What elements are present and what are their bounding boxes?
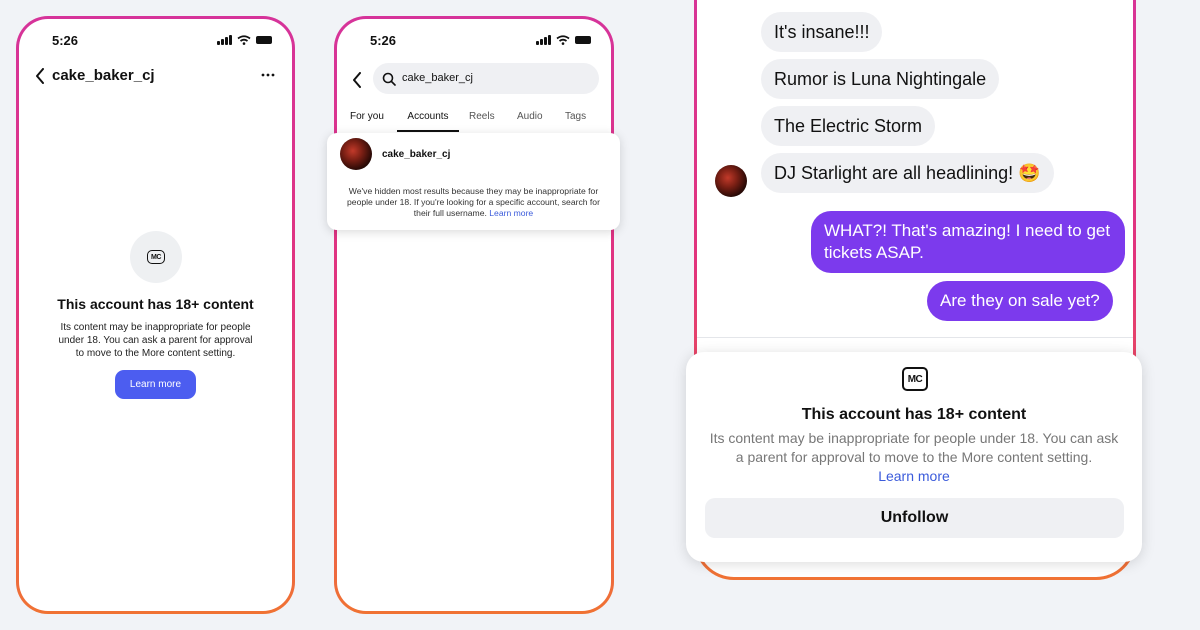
message-bubble-received: DJ Starlight are all headlining! 🤩 <box>761 153 1054 193</box>
search-result-card: cake_baker_cj We've hidden most results … <box>327 133 620 230</box>
more-options-icon[interactable] <box>261 73 275 77</box>
back-arrow-icon[interactable] <box>352 72 362 88</box>
mature-content-icon-circle: MC <box>130 231 182 283</box>
hidden-results-notice: We've hidden most results because they m… <box>340 186 607 219</box>
message-bubble-received: It's insane!!! <box>761 12 883 52</box>
sheet-title: This account has 18+ content <box>801 406 1027 423</box>
result-avatar[interactable] <box>340 138 372 170</box>
signal-icon <box>536 35 551 45</box>
mature-content-icon-wrap: MC <box>902 367 928 391</box>
sheet-body-text: Its content may be inappropriate for peo… <box>709 430 1119 465</box>
search-tabs: For you Accounts Reels Audio Tags <box>337 103 611 132</box>
battery-icon <box>575 36 591 44</box>
mature-content-icon: MC <box>902 367 928 391</box>
signal-icon <box>217 35 232 45</box>
tab-for-you[interactable]: For you <box>350 111 384 122</box>
search-input[interactable]: cake_baker_cj <box>373 63 599 94</box>
learn-more-button[interactable]: Learn more <box>115 370 196 399</box>
search-icon <box>382 72 396 86</box>
sheet-learn-more-link[interactable]: Learn more <box>878 468 950 484</box>
status-time: 5:26 <box>370 33 397 48</box>
back-arrow-icon[interactable] <box>35 68 45 84</box>
status-icons <box>217 35 272 45</box>
message-bubble-sent: WHAT?! That's amazing! I need to get tic… <box>811 211 1125 273</box>
wifi-icon <box>237 35 251 45</box>
notice-learn-more-link[interactable]: Learn more <box>489 208 533 218</box>
phone-profile-screen: 5:26 cake_baker_cj MC This account has 1… <box>16 16 295 614</box>
sender-avatar[interactable] <box>715 165 747 197</box>
mature-content-sheet: MC This account has 18+ content Its cont… <box>686 352 1142 562</box>
mature-content-icon: MC <box>147 250 165 264</box>
restriction-body: Its content may be inappropriate for peo… <box>58 322 253 359</box>
divider <box>697 337 1133 338</box>
tab-audio[interactable]: Audio <box>517 111 543 122</box>
hidden-results-notice-text: We've hidden most results because they m… <box>347 186 600 218</box>
tab-tags[interactable]: Tags <box>565 111 586 122</box>
phone-search-screen: 5:26 cake_baker_cj For you Accounts Reel… <box>334 16 614 614</box>
sheet-body: Its content may be inappropriate for peo… <box>704 429 1124 486</box>
message-bubble-received: Rumor is Luna Nightingale <box>761 59 1000 99</box>
tab-reels[interactable]: Reels <box>469 111 495 122</box>
message-bubble-sent: Are they on sale yet? <box>927 281 1113 321</box>
tab-accounts[interactable]: Accounts <box>397 103 459 132</box>
restriction-title: This account has 18+ content <box>57 296 254 312</box>
unfollow-button[interactable]: Unfollow <box>705 498 1124 538</box>
result-username[interactable]: cake_baker_cj <box>382 149 450 160</box>
wifi-icon <box>556 35 570 45</box>
search-input-value: cake_baker_cj <box>402 72 473 84</box>
message-bubble-received: The Electric Storm <box>761 106 936 146</box>
battery-icon <box>256 36 272 44</box>
status-icons <box>536 35 591 45</box>
tab-accounts-label: Accounts <box>407 111 449 122</box>
header-username: cake_baker_cj <box>52 67 155 84</box>
status-time: 5:26 <box>52 33 79 48</box>
